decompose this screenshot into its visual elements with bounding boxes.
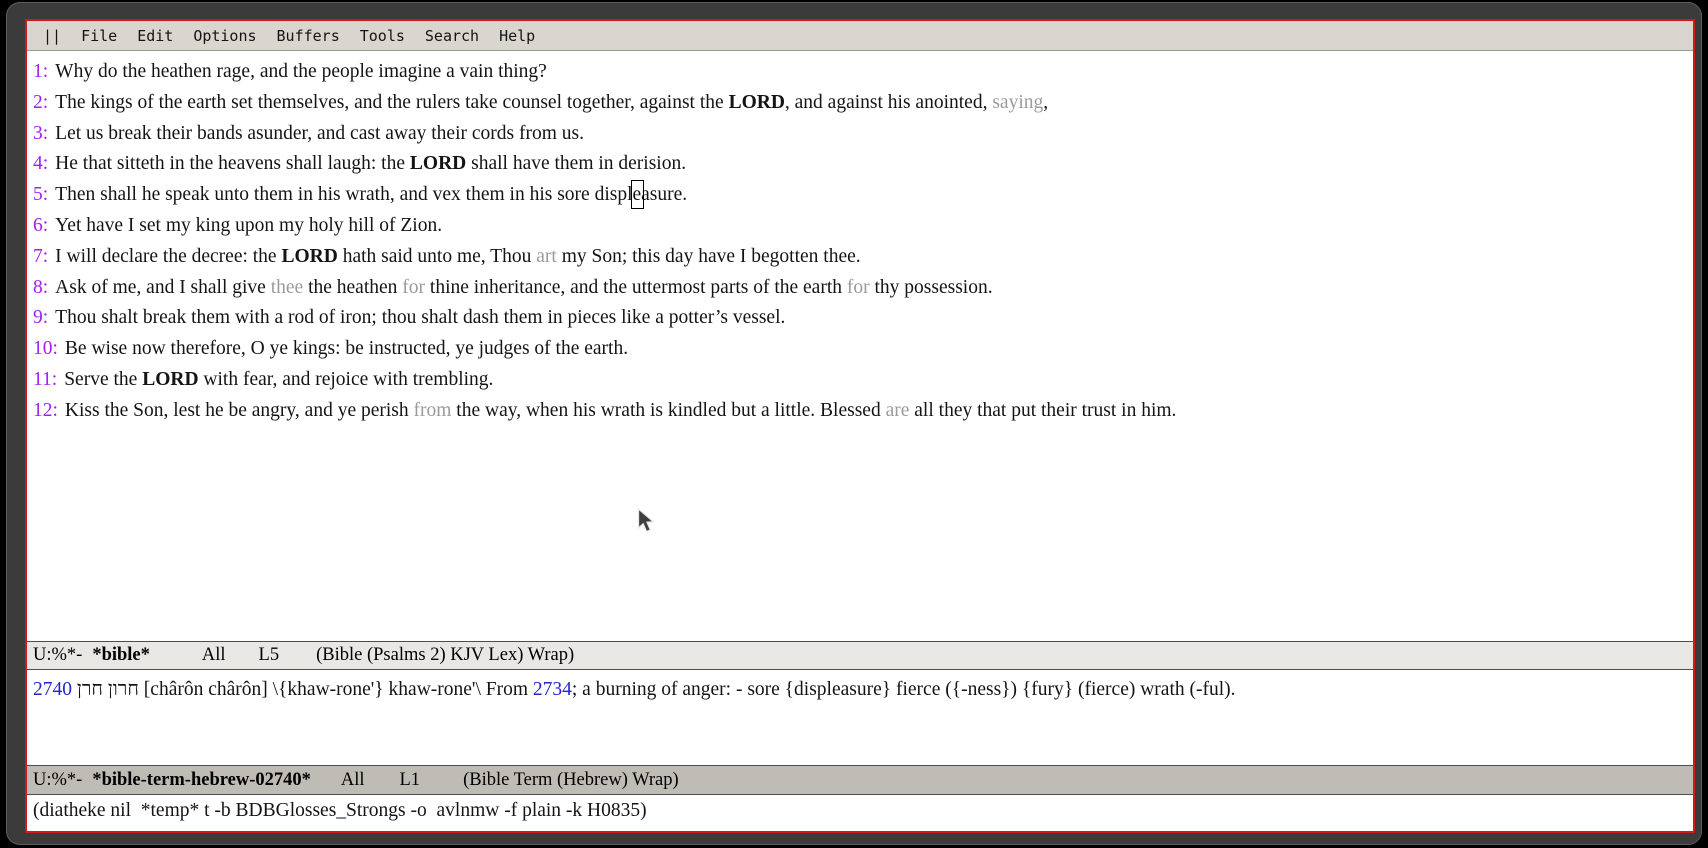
window-manager-frame: ||FileEditOptionsBuffersToolsSearchHelp … <box>6 2 1702 845</box>
text-segment: , and against his anointed, <box>785 92 992 113</box>
verse-line: 12: Kiss the Son, lest he be angry, and y… <box>33 396 1687 427</box>
verse-number: 11: <box>33 369 57 390</box>
modeline-buffer-name: *bible-term-hebrew-02740* <box>92 770 311 791</box>
text-segment: He that sitteth in the heavens shall lau… <box>55 153 410 174</box>
verse-number: 12: <box>33 400 58 421</box>
text-segment: with fear, and rejoice with trembling. <box>199 369 494 390</box>
text-segment: for <box>847 277 870 298</box>
text-segment: are <box>886 400 910 421</box>
text-segment: Serve the <box>64 369 142 390</box>
verse-line: 2: The kings of the earth set themselves,… <box>33 88 1687 119</box>
text-segment: LORD <box>281 246 337 267</box>
modeline-flags: U:%*- <box>33 770 82 791</box>
text-segment: all they that put their trust in him. <box>909 400 1176 421</box>
verse-number: 7: <box>33 246 48 267</box>
text-segment: for <box>402 277 425 298</box>
bible-buffer-window[interactable]: 1: Why do the heathen rage, and the peopl… <box>27 51 1693 641</box>
text-segment: I will declare the decree: the <box>55 246 281 267</box>
modeline-scroll-position: All <box>341 770 365 791</box>
text-segment: art <box>536 246 557 267</box>
emacs-frame: ||FileEditOptionsBuffersToolsSearchHelp … <box>25 19 1695 833</box>
modeline-lexicon[interactable]: U:%*- *bible-term-hebrew-02740* All L1 (… <box>27 765 1693 795</box>
verse-line: 1: Why do the heathen rage, and the peopl… <box>33 57 1687 88</box>
text-segment: Then shall he speak unto them in his wra… <box>55 184 632 205</box>
menu-item-options[interactable]: Options <box>193 27 256 45</box>
modeline-flags: U:%*- <box>33 645 82 666</box>
verse-line: 7: I will declare the decree: the LORD ha… <box>33 242 1687 273</box>
menu-item-buffers[interactable]: Buffers <box>277 27 340 45</box>
text-cursor: e <box>633 184 642 205</box>
verse-line: 4: He that sitteth in the heavens shall l… <box>33 149 1687 180</box>
text-segment: thine inheritance, and the uttermost par… <box>425 277 847 298</box>
lexicon-entry-line: 2740 חרון חרן [chârôn chârôn] \{khaw-ron… <box>33 675 1687 705</box>
verse-number: 8: <box>33 277 48 298</box>
text-segment: Why do the heathen rage, and the people … <box>55 61 547 82</box>
modeline-major-mode: (Bible (Psalms 2) KJV Lex) Wrap) <box>316 645 574 666</box>
verse-number: 5: <box>33 184 48 205</box>
text-segment: Let us break their bands asunder, and ca… <box>55 123 584 144</box>
text-segment: חרון חרן [chârôn chârôn] \{khaw-rone'} k… <box>72 679 533 700</box>
verse-line: 3: Let us break their bands asunder, and … <box>33 119 1687 150</box>
text-segment: thy possession. <box>870 277 993 298</box>
echo-area[interactable]: (diatheke nil *temp* t -b BDBGlosses_Str… <box>27 795 1693 831</box>
strongs-number-link[interactable]: 2740 <box>33 679 72 700</box>
verse-line: 11: Serve the LORD with fear, and rejoice… <box>33 365 1687 396</box>
verse-line: 8: Ask of me, and I shall give thee the h… <box>33 273 1687 304</box>
text-segment: LORD <box>729 92 785 113</box>
menu-item-file[interactable]: File <box>81 27 117 45</box>
lexicon-buffer-window[interactable]: 2740 חרון חרן [chârôn chârôn] \{khaw-ron… <box>27 670 1693 765</box>
text-segment: thee <box>271 277 303 298</box>
modeline-line-number: L5 <box>259 645 280 666</box>
verse-number: 1: <box>33 61 48 82</box>
verse-number: 6: <box>33 215 48 236</box>
text-segment: LORD <box>410 153 466 174</box>
verse-line: 10: Be wise now therefore, O ye kings: be… <box>33 334 1687 365</box>
verse-number: 4: <box>33 153 48 174</box>
text-segment: Be wise now therefore, O ye kings: be in… <box>65 338 628 359</box>
text-segment: my Son; this day have I begotten thee. <box>557 246 861 267</box>
modeline-scroll-position: All <box>202 645 226 666</box>
text-segment: asure. <box>641 184 687 205</box>
verse-line: 6: Yet have I set my king upon my holy hi… <box>33 211 1687 242</box>
verse-number: 10: <box>33 338 58 359</box>
menu-item-help[interactable]: Help <box>499 27 535 45</box>
text-segment: LORD <box>142 369 198 390</box>
menu-item-[interactable]: || <box>43 27 61 45</box>
verse-number: 3: <box>33 123 48 144</box>
text-segment: ; a burning of anger: - sore {displeasur… <box>572 679 1236 700</box>
modeline-major-mode: (Bible Term (Hebrew) Wrap) <box>463 770 679 791</box>
menu-bar: || File Edit Options Buffers Tools Search Help <box>27 21 1693 51</box>
text-segment: from <box>414 400 452 421</box>
verse-number: 9: <box>33 307 48 328</box>
text-segment: , <box>1043 92 1048 113</box>
text-segment: the heathen <box>303 277 402 298</box>
text-segment: shall have them in derision. <box>466 153 686 174</box>
text-segment: The kings of the earth set themselves, a… <box>55 92 728 113</box>
text-segment: hath said unto me, Thou <box>338 246 536 267</box>
strongs-number-link[interactable]: 2734 <box>533 679 572 700</box>
text-segment: Kiss the Son, lest he be angry, and ye p… <box>65 400 414 421</box>
menu-item-tools[interactable]: Tools <box>360 27 405 45</box>
verse-number: 2: <box>33 92 48 113</box>
text-segment: Thou shalt break them with a rod of iron… <box>55 307 785 328</box>
text-segment: Yet have I set my king upon my holy hill… <box>55 215 442 236</box>
menu-item-edit[interactable]: Edit <box>137 27 173 45</box>
text-segment: Ask of me, and I shall give <box>55 277 271 298</box>
verse-line: 9: Thou shalt break them with a rod of ir… <box>33 303 1687 334</box>
text-segment: the way, when his wrath is kindled but a… <box>451 400 885 421</box>
verse-line: 5: Then shall he speak unto them in his w… <box>33 180 1687 211</box>
modeline-buffer-name: *bible* <box>92 645 150 666</box>
menu-item-search[interactable]: Search <box>425 27 479 45</box>
modeline-line-number: L1 <box>400 770 421 791</box>
text-segment: saying <box>992 92 1043 113</box>
modeline-bible[interactable]: U:%*- *bible* All L5 (Bible (Psalms 2) K… <box>27 641 1693 670</box>
